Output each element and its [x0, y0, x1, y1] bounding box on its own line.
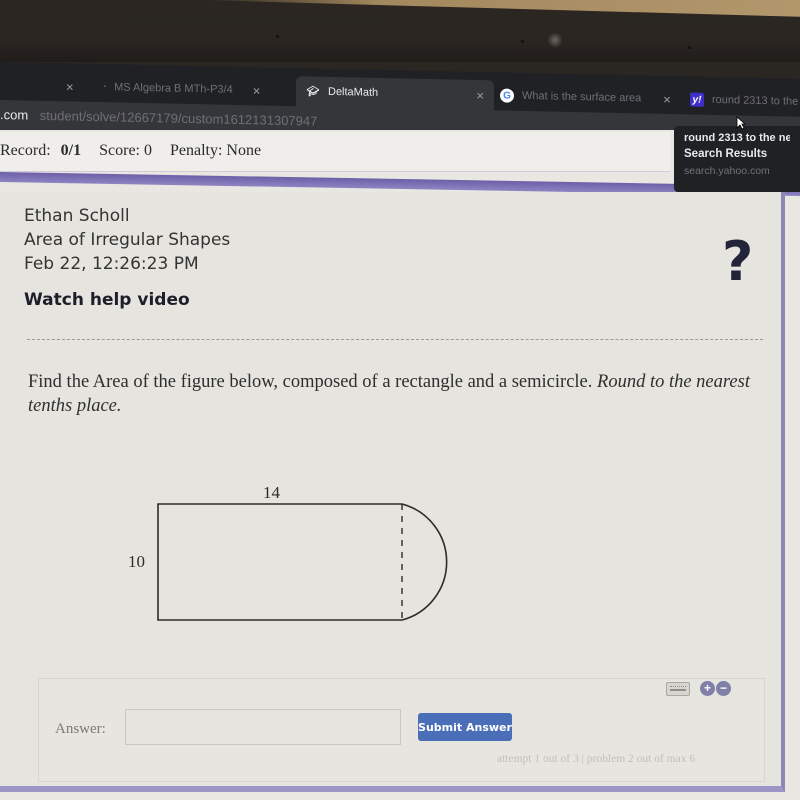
height-label: 10 [128, 552, 145, 571]
background-wall [200, 0, 800, 17]
submit-answer-button[interactable]: Submit Answer [418, 713, 512, 741]
url-path: student/solve/12667179/custom16121313079… [39, 107, 318, 129]
url-text[interactable]: .com student/solve/12667179/custom161213… [0, 107, 317, 129]
browser-tab-deltamath[interactable]: 🎓︎ DeltaMath × [296, 76, 494, 111]
question-prompt: Find the Area of the figure below, compo… [28, 372, 593, 392]
answer-label: Answer: [55, 721, 106, 737]
penalty-label: Penalty: [169, 142, 223, 159]
composite-figure: 14 10 [128, 483, 448, 621]
tab-label: What is the surface area [522, 89, 642, 105]
browser-tab[interactable]: × [66, 71, 74, 101]
graduation-cap-icon: 🎓︎ [306, 85, 320, 98]
penalty-value: None [226, 142, 262, 159]
webcam [548, 33, 562, 47]
record-status-bar: Record: 0/1 Score: 0 Penalty: None [0, 132, 670, 172]
browser-tab-google[interactable]: G What is the surface area × [500, 80, 671, 114]
zoom-in-button[interactable]: + [700, 681, 715, 696]
score-label: Score: [99, 142, 140, 159]
close-tab-icon[interactable]: × [476, 87, 484, 102]
tooltip-host: search.yahoo.com [684, 165, 770, 177]
tooltip-subtitle: Search Results [684, 148, 768, 160]
sensor-dot [688, 46, 691, 49]
tab-label: round 2313 to the [712, 93, 799, 108]
keyboard-icon[interactable] [666, 682, 690, 696]
tab-hover-tooltip: round 2313 to the nearest Search Results… [674, 126, 800, 192]
tab-label: DeltaMath [328, 85, 379, 99]
close-tab-icon[interactable]: × [253, 83, 261, 98]
timestamp: Feb 22, 12:26:23 PM [24, 254, 199, 274]
browser-tab-ms-algebra[interactable]: • MS Algebra B MTh-P3/4 × [104, 72, 260, 105]
student-name: Ethan Scholl [24, 206, 130, 226]
length-label: 14 [263, 483, 281, 502]
score-value: 0 [143, 142, 152, 159]
url-domain: .com [0, 107, 29, 123]
figure-outline [157, 503, 448, 621]
record-label: Record: [0, 142, 51, 159]
yahoo-icon: y! [690, 92, 704, 107]
dashed-divider [27, 339, 763, 340]
sensor-dot [276, 35, 279, 38]
mouse-cursor-icon [736, 116, 746, 130]
close-tab-icon[interactable]: × [663, 91, 671, 106]
dot-icon: • [104, 84, 107, 91]
record-value: 0/1 [60, 142, 82, 159]
problem-card: Ethan Scholl Area of Irregular Shapes Fe… [0, 192, 785, 792]
answer-panel: + − Answer: Submit Answer attempt 1 out … [38, 678, 765, 782]
tooltip-title: round 2313 to the nearest [684, 132, 790, 144]
browser-tab-yahoo[interactable]: y! round 2313 to the [690, 84, 798, 116]
assignment-title: Area of Irregular Shapes [24, 230, 231, 250]
zoom-out-button[interactable]: − [716, 681, 731, 696]
google-icon: G [500, 88, 514, 103]
close-tab-icon[interactable]: × [66, 79, 74, 94]
tab-label: MS Algebra B MTh-P3/4 [114, 81, 233, 96]
page-content: Record: 0/1 Score: 0 Penalty: None Ethan Sc… [0, 130, 800, 800]
laptop-bezel [0, 0, 800, 62]
attempt-info: attempt 1 out of 3 | problem 2 out of ma… [497, 753, 696, 765]
question-text: Find the Area of the figure below, compo… [28, 370, 768, 418]
problem-meta: Ethan Scholl Area of Irregular Shapes Fe… [24, 204, 230, 312]
sensor-dot [521, 40, 524, 43]
answer-input[interactable] [125, 709, 401, 745]
watch-help-video-link[interactable]: Watch help video [24, 288, 230, 312]
help-question-icon[interactable]: ? [722, 230, 753, 293]
